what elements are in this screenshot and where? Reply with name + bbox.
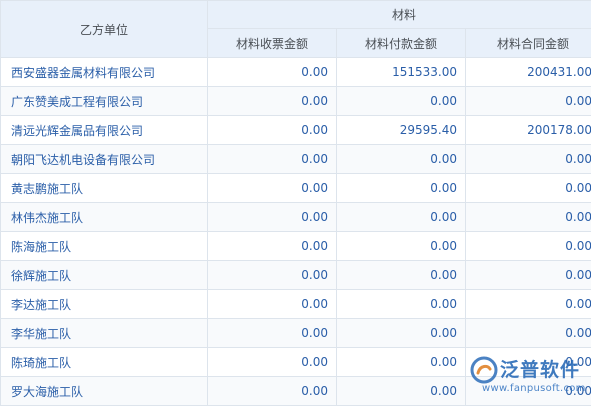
receipt-amount[interactable]: 0.00 — [208, 232, 337, 261]
table-row[interactable]: 朝阳飞达机电设备有限公司 0.00 0.00 0.00 — [1, 145, 591, 174]
party-b-name[interactable]: 朝阳飞达机电设备有限公司 — [1, 145, 208, 174]
receipt-amount[interactable]: 0.00 — [208, 174, 337, 203]
contract-amount[interactable]: 0.00 — [466, 145, 591, 174]
table-row[interactable]: 李达施工队 0.00 0.00 0.00 — [1, 290, 591, 319]
party-b-header[interactable]: 乙方单位 — [1, 1, 208, 58]
party-b-name[interactable]: 罗大海施工队 — [1, 377, 208, 406]
contract-amount[interactable]: 200431.00 — [466, 58, 591, 87]
party-b-name[interactable]: 陈海施工队 — [1, 232, 208, 261]
table-row[interactable]: 黄志鹏施工队 0.00 0.00 0.00 — [1, 174, 591, 203]
receipt-amount[interactable]: 0.00 — [208, 58, 337, 87]
receipt-amount[interactable]: 0.00 — [208, 261, 337, 290]
payment-amount-header[interactable]: 材料付款金额 — [337, 29, 466, 58]
receipt-amount[interactable]: 0.00 — [208, 87, 337, 116]
table-row[interactable]: 陈琦施工队 0.00 0.00 0.00 — [1, 348, 591, 377]
contract-amount[interactable]: 0.00 — [466, 290, 591, 319]
party-b-name[interactable]: 徐辉施工队 — [1, 261, 208, 290]
receipt-amount[interactable]: 0.00 — [208, 348, 337, 377]
payment-amount[interactable]: 0.00 — [337, 145, 466, 174]
contract-amount[interactable]: 0.00 — [466, 174, 591, 203]
payment-amount[interactable]: 0.00 — [337, 377, 466, 406]
payment-amount[interactable]: 0.00 — [337, 261, 466, 290]
table-row[interactable]: 清远光辉金属品有限公司 0.00 29595.40 200178.00 — [1, 116, 591, 145]
table-row[interactable]: 李华施工队 0.00 0.00 0.00 — [1, 319, 591, 348]
table-row[interactable]: 林伟杰施工队 0.00 0.00 0.00 — [1, 203, 591, 232]
contract-amount[interactable]: 0.00 — [466, 319, 591, 348]
contract-amount[interactable]: 0.00 — [466, 87, 591, 116]
payment-amount[interactable]: 0.00 — [337, 203, 466, 232]
contract-amount[interactable]: 0.00 — [466, 348, 591, 377]
party-b-name[interactable]: 林伟杰施工队 — [1, 203, 208, 232]
table-row[interactable]: 罗大海施工队 0.00 0.00 0.00 — [1, 377, 591, 406]
material-summary-table: 乙方单位 材料 材料收票金额 材料付款金额 材料合同金额 西安盛器金属材料有限公… — [0, 0, 591, 406]
party-b-name[interactable]: 清远光辉金属品有限公司 — [1, 116, 208, 145]
payment-amount[interactable]: 0.00 — [337, 319, 466, 348]
payment-amount[interactable]: 0.00 — [337, 290, 466, 319]
contract-amount[interactable]: 0.00 — [466, 232, 591, 261]
contract-amount[interactable]: 0.00 — [466, 203, 591, 232]
receipt-amount[interactable]: 0.00 — [208, 290, 337, 319]
payment-amount[interactable]: 151533.00 — [337, 58, 466, 87]
payment-amount[interactable]: 0.00 — [337, 232, 466, 261]
party-b-name[interactable]: 陈琦施工队 — [1, 348, 208, 377]
party-b-name[interactable]: 广东赞美成工程有限公司 — [1, 87, 208, 116]
contract-amount-header[interactable]: 材料合同金额 — [466, 29, 591, 58]
receipt-amount[interactable]: 0.00 — [208, 203, 337, 232]
contract-amount[interactable]: 0.00 — [466, 261, 591, 290]
party-b-name[interactable]: 黄志鹏施工队 — [1, 174, 208, 203]
payment-amount[interactable]: 0.00 — [337, 87, 466, 116]
table-row[interactable]: 徐辉施工队 0.00 0.00 0.00 — [1, 261, 591, 290]
table-row[interactable]: 陈海施工队 0.00 0.00 0.00 — [1, 232, 591, 261]
receipt-amount[interactable]: 0.00 — [208, 145, 337, 174]
contract-amount[interactable]: 0.00 — [466, 377, 591, 406]
table-row[interactable]: 广东赞美成工程有限公司 0.00 0.00 0.00 — [1, 87, 591, 116]
payment-amount[interactable]: 0.00 — [337, 174, 466, 203]
receipt-amount-header[interactable]: 材料收票金额 — [208, 29, 337, 58]
party-b-name[interactable]: 李华施工队 — [1, 319, 208, 348]
receipt-amount[interactable]: 0.00 — [208, 377, 337, 406]
contract-amount[interactable]: 200178.00 — [466, 116, 591, 145]
material-group-header: 材料 — [208, 1, 591, 29]
table-row[interactable]: 西安盛器金属材料有限公司 0.00 151533.00 200431.00 — [1, 58, 591, 87]
party-b-name[interactable]: 西安盛器金属材料有限公司 — [1, 58, 208, 87]
payment-amount[interactable]: 0.00 — [337, 348, 466, 377]
receipt-amount[interactable]: 0.00 — [208, 116, 337, 145]
receipt-amount[interactable]: 0.00 — [208, 319, 337, 348]
party-b-name[interactable]: 李达施工队 — [1, 290, 208, 319]
payment-amount[interactable]: 29595.40 — [337, 116, 466, 145]
